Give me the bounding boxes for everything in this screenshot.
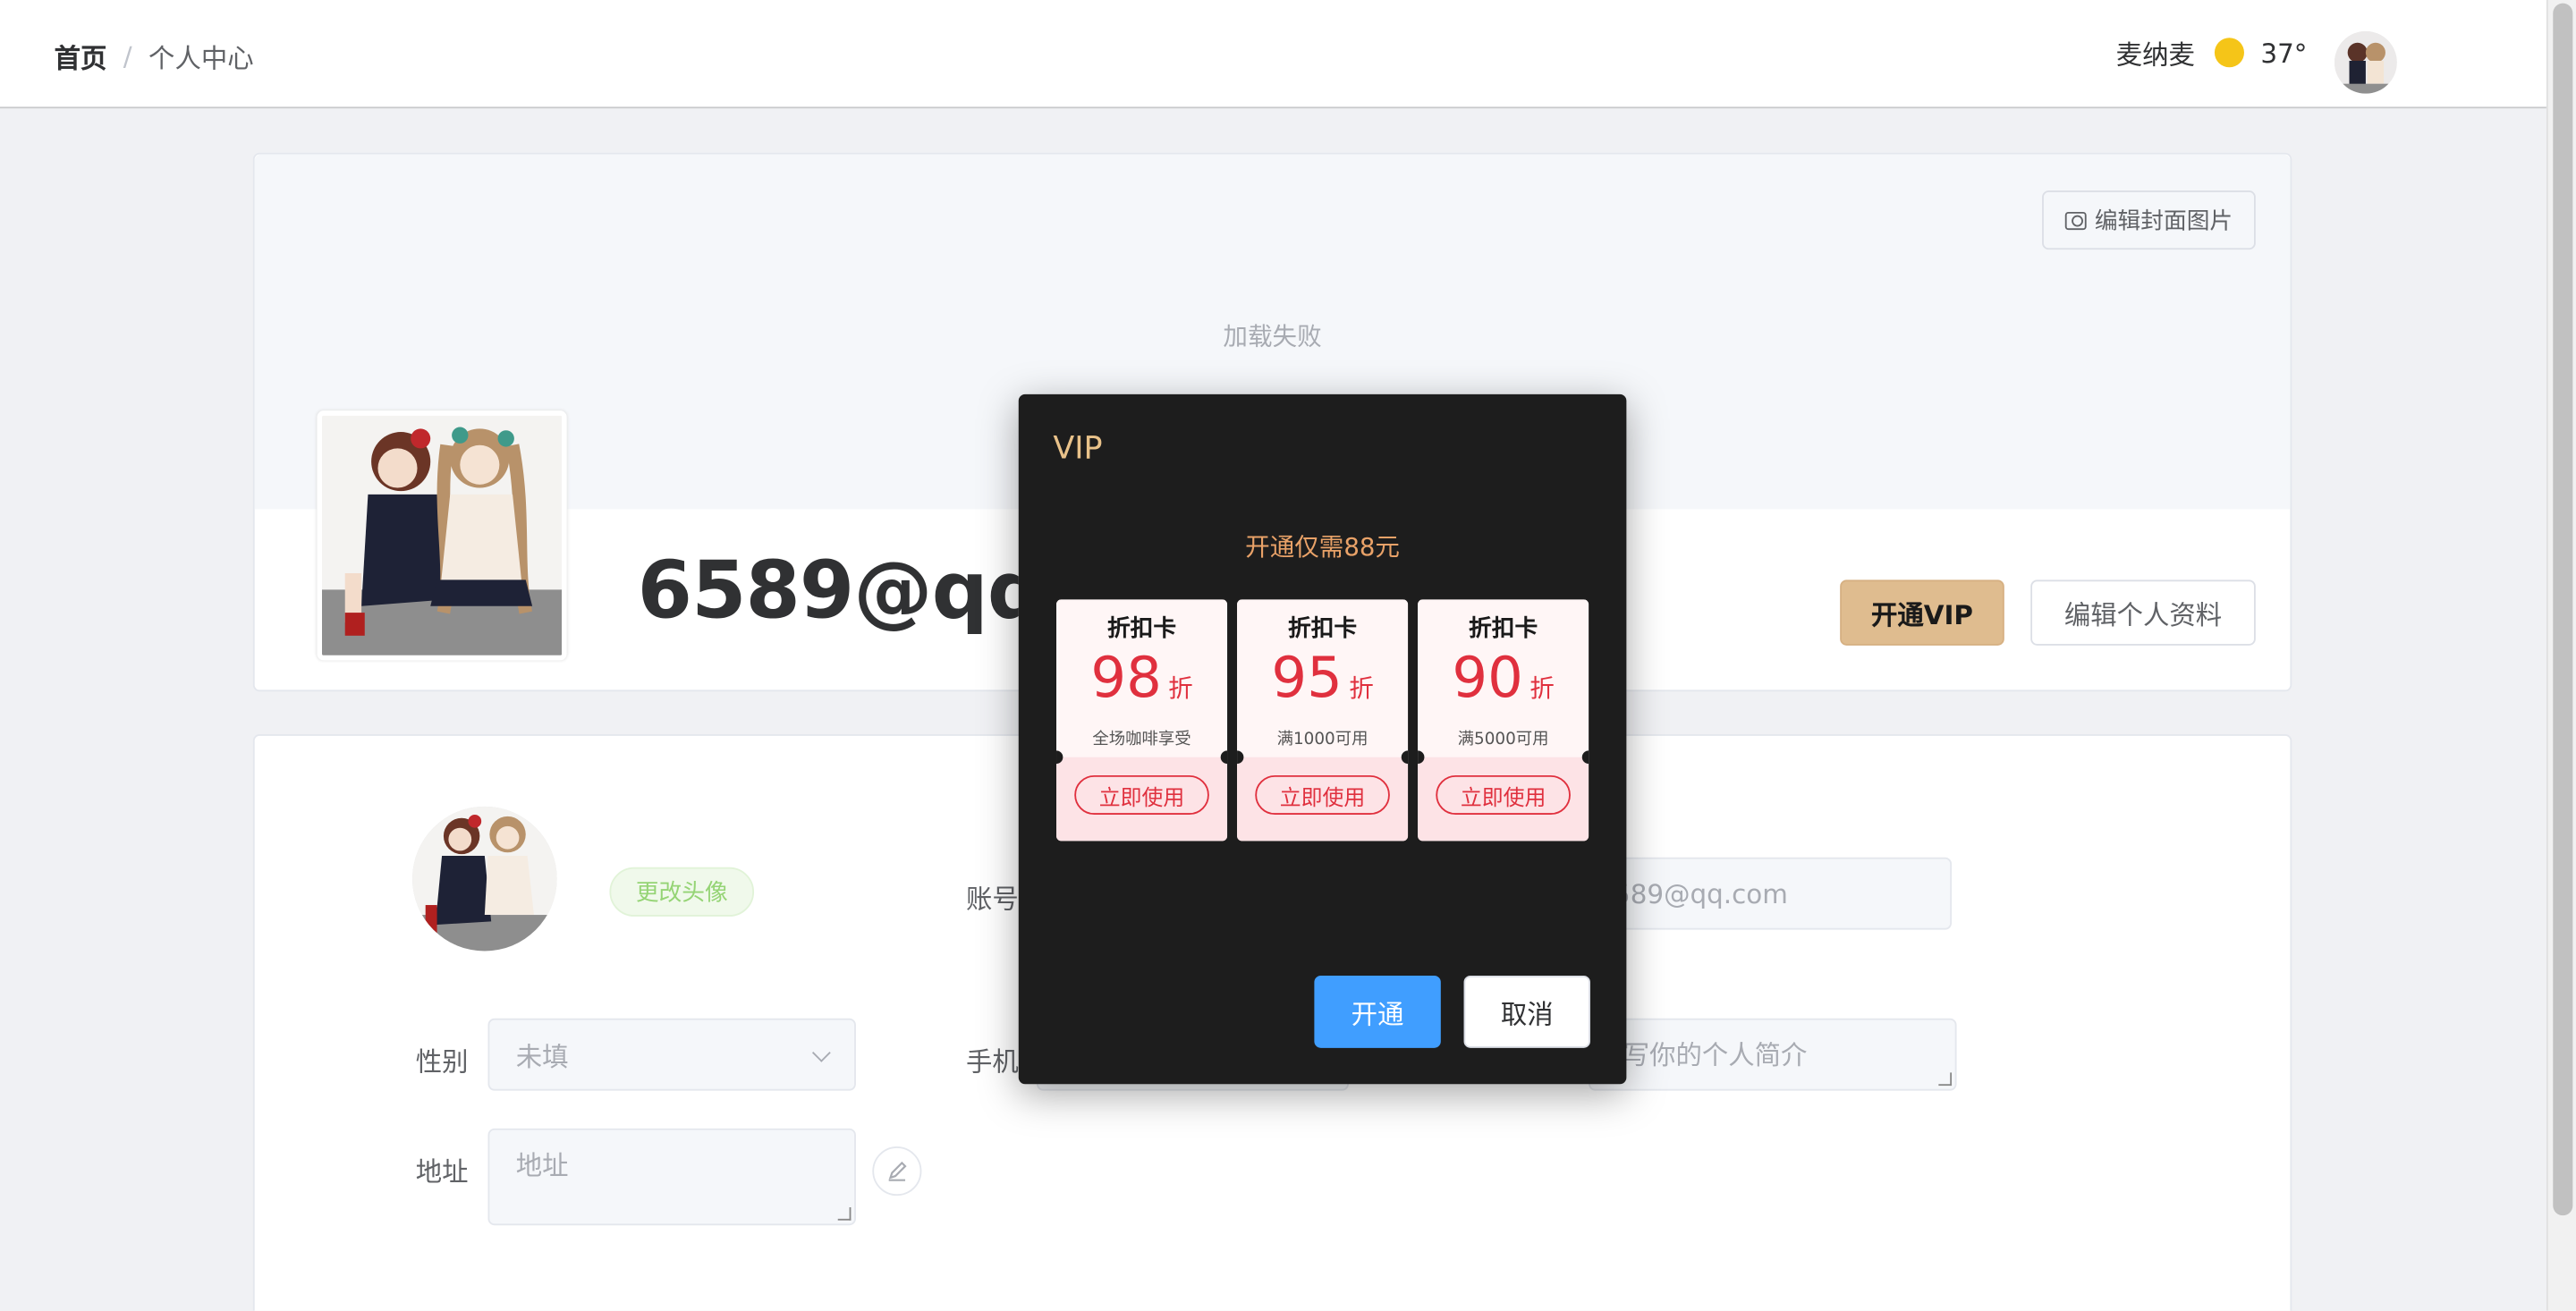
coupon-title: 折扣卡 — [1288, 615, 1358, 643]
coupon-value: 98 折 — [1090, 645, 1193, 712]
coupon-use-button[interactable]: 立即使用 — [1436, 774, 1571, 816]
coupon-title: 折扣卡 — [1469, 615, 1538, 643]
coupon-card: 折扣卡 90 折 满5000可用 立即使用 — [1418, 599, 1589, 842]
coupon-desc: 满5000可用 — [1457, 731, 1549, 749]
coupon-title: 折扣卡 — [1106, 615, 1177, 643]
dialog-title: VIP — [1053, 430, 1103, 467]
coupon-use-button[interactable]: 立即使用 — [1074, 774, 1209, 816]
coupon-card: 折扣卡 95 折 满1000可用 立即使用 — [1237, 599, 1409, 842]
scrollbar-thumb[interactable] — [2553, 3, 2573, 1216]
confirm-vip-button[interactable]: 开通 — [1314, 976, 1441, 1048]
coupon-use-button[interactable]: 立即使用 — [1255, 774, 1390, 816]
dialog-subtitle: 开通仅需88元 — [1245, 532, 1400, 562]
coupon-value: 90 折 — [1452, 645, 1555, 712]
coupon-card: 折扣卡 98 折 全场咖啡享受 立即使用 — [1056, 599, 1228, 842]
coupon-value: 95 折 — [1271, 645, 1374, 712]
coupon-desc: 满1000可用 — [1276, 731, 1368, 749]
coupon-desc: 全场咖啡享受 — [1092, 731, 1191, 749]
cancel-button[interactable]: 取消 — [1463, 976, 1590, 1048]
vip-dialog: VIP 开通仅需88元 折扣卡 98 折 全场咖啡享受 立即使用 折扣卡 95 折 … — [1018, 393, 1627, 1085]
vertical-scrollbar[interactable] — [2546, 0, 2576, 1311]
